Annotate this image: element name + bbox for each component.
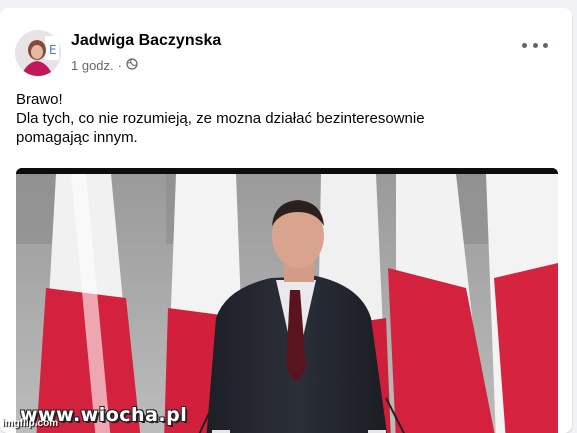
more-dot-icon (543, 42, 548, 48)
post-text-line: Dla tych, co nie rozumieją, ze mozna dzi… (16, 110, 425, 127)
post-text-line: pomagając innym. (16, 129, 138, 146)
author-avatar[interactable]: E (15, 30, 61, 76)
more-dot-icon (522, 42, 527, 48)
post-card: E Jadwiga Baczynska 1 godz. · Brawo! Dla… (0, 8, 572, 433)
post-text: Brawo! Dla tych, co nie rozumieją, ze mo… (16, 90, 556, 147)
post-meta: 1 godz. · (71, 58, 138, 73)
svg-text:E: E (49, 43, 57, 57)
post-photo[interactable] (16, 168, 558, 433)
more-options-button[interactable] (522, 38, 548, 52)
imgflip-watermark: imgflip.com (2, 418, 59, 429)
flag-right (486, 174, 558, 433)
author-name[interactable]: Jadwiga Baczynska (71, 32, 221, 50)
meta-separator: · (117, 58, 122, 73)
more-dot-icon (532, 42, 538, 48)
post-text-line: Brawo! (16, 91, 63, 108)
post-time[interactable]: 1 godz. (71, 58, 114, 73)
globe-icon[interactable] (126, 58, 138, 73)
